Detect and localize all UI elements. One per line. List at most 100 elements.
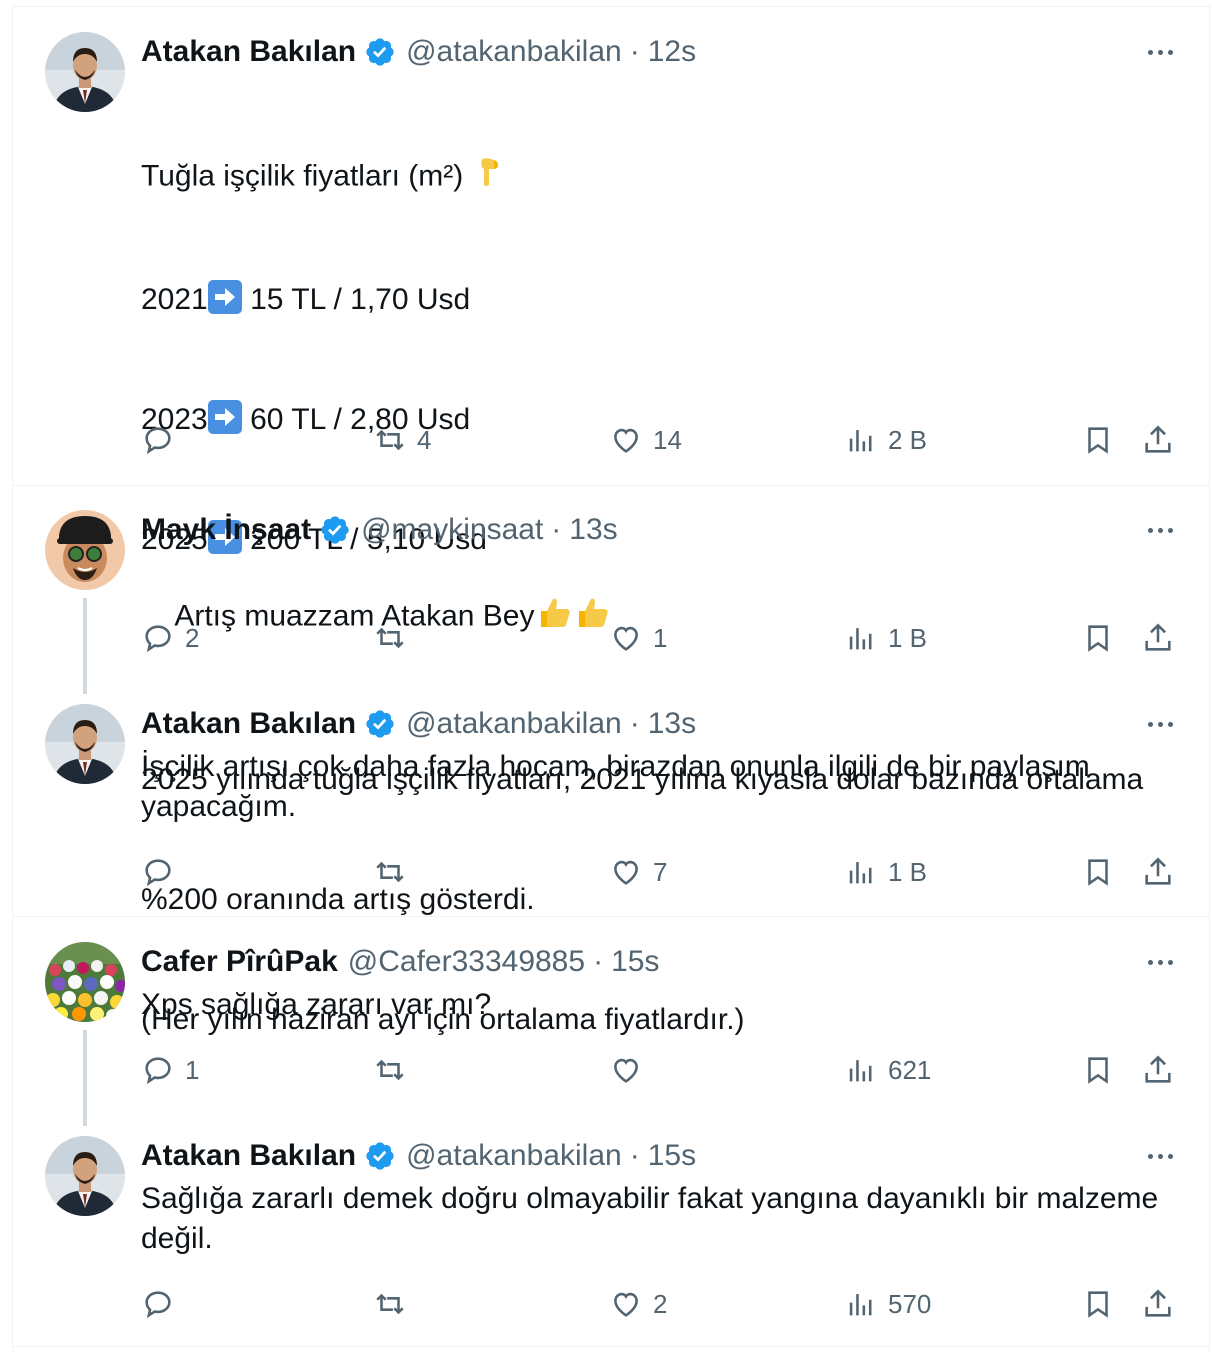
tweet-text: Xps sağlığa zararı var mı? (141, 988, 492, 1021)
right-arrow-emoji-icon (207, 280, 242, 314)
verified-badge-icon (364, 708, 396, 740)
tweet-actions: 2 570 (141, 1284, 1191, 1324)
tweet-header: Atakan Bakılan @atakanbakilan · 12s (141, 35, 697, 69)
views-button[interactable]: 621 (844, 1050, 931, 1090)
bookmark-button[interactable] (1081, 1284, 1115, 1324)
tweet-timestamp[interactable]: 15s (611, 945, 659, 979)
more-options-button[interactable] (1140, 518, 1180, 542)
author-name[interactable]: Mayk İnşaat (141, 513, 311, 547)
thread-connector (83, 1030, 87, 1126)
heart-icon (614, 1292, 638, 1317)
more-options-button[interactable] (1140, 712, 1180, 736)
share-icon (1145, 623, 1171, 651)
author-name[interactable]: Cafer PîrûPak (141, 945, 338, 979)
author-handle[interactable]: @maykinsaat (361, 513, 543, 547)
reply-button[interactable] (141, 420, 185, 460)
tweet-header: Mayk İnşaat @maykinsaat · 13s (141, 513, 618, 547)
retweet-button[interactable] (373, 1050, 417, 1090)
avatar[interactable] (45, 942, 125, 1022)
views-button[interactable]: 1 B (844, 852, 927, 892)
share-button[interactable] (1141, 1284, 1175, 1324)
share-button[interactable] (1141, 1050, 1175, 1090)
retweet-icon (376, 1293, 404, 1315)
avatar-atakan-image (45, 704, 125, 784)
reply-icon (145, 859, 171, 887)
verified-badge-icon (319, 514, 351, 546)
retweet-button[interactable]: 4 (373, 420, 431, 460)
share-button[interactable] (1141, 420, 1175, 460)
share-icon (1145, 1055, 1171, 1083)
author-handle[interactable]: @atakanbakilan (406, 707, 622, 741)
avatar[interactable] (45, 32, 125, 112)
tweet-timestamp[interactable]: 13s (569, 513, 617, 547)
reply-icon (145, 427, 171, 455)
tweet-actions: 4 14 2 B (141, 420, 1191, 460)
tweet-timestamp[interactable]: 13s (648, 707, 696, 741)
tweet-header: Atakan Bakılan @atakanbakilan · 15s (141, 1139, 697, 1173)
share-button[interactable] (1141, 852, 1175, 892)
retweet-button[interactable] (373, 852, 417, 892)
tweet-actions: 7 1 B (141, 852, 1191, 892)
avatar-flowers-image (45, 942, 125, 1022)
avatar[interactable] (45, 704, 125, 784)
bookmark-button[interactable] (1081, 852, 1115, 892)
like-button[interactable]: 7 (609, 852, 667, 892)
author-name[interactable]: Atakan Bakılan (141, 1139, 356, 1173)
more-options-button[interactable] (1140, 950, 1180, 974)
share-icon (1145, 857, 1171, 885)
avatar-atakan-image (45, 32, 125, 112)
analytics-icon (849, 1294, 872, 1316)
bookmark-icon (1088, 625, 1108, 652)
more-options-button[interactable] (1140, 40, 1180, 64)
retweet-icon (376, 1059, 404, 1081)
share-icon (1145, 425, 1171, 453)
reply-button[interactable] (141, 1284, 185, 1324)
avatar[interactable] (45, 1136, 125, 1216)
views-button[interactable]: 1 B (844, 618, 927, 658)
bookmark-icon (1088, 859, 1108, 886)
tweet-timestamp[interactable]: 12s (648, 35, 696, 69)
avatar-atakan-image (45, 1136, 125, 1216)
author-name[interactable]: Atakan Bakılan (141, 35, 356, 69)
analytics-icon (849, 430, 872, 452)
views-button[interactable]: 570 (844, 1284, 931, 1324)
analytics-icon (849, 1060, 872, 1082)
analytics-icon (849, 628, 872, 650)
reply-button[interactable]: 2 (141, 618, 199, 658)
like-button[interactable]: 1 (609, 618, 667, 658)
avatar[interactable] (45, 510, 125, 590)
retweet-icon (376, 861, 404, 883)
tweet-separator (12, 1346, 1210, 1347)
reply-button[interactable]: 1 (141, 1050, 199, 1090)
tweet-actions: 2 1 1 B (141, 618, 1191, 658)
views-button[interactable]: 2 B (844, 420, 927, 460)
author-handle[interactable]: @Cafer33349885 (348, 945, 585, 979)
bookmark-button[interactable] (1081, 420, 1115, 460)
tweet-timestamp[interactable]: 15s (648, 1139, 696, 1173)
retweet-button[interactable] (373, 1284, 417, 1324)
like-button[interactable] (609, 1050, 653, 1090)
avatar-mayk-image (45, 510, 125, 590)
analytics-icon (849, 862, 872, 884)
bookmark-button[interactable] (1081, 618, 1115, 658)
author-handle[interactable]: @atakanbakilan (406, 1139, 622, 1173)
author-handle[interactable]: @atakanbakilan (406, 35, 622, 69)
tweet-actions: 1 621 (141, 1050, 1191, 1090)
pointing-down-emoji-icon (472, 155, 506, 200)
retweet-icon (376, 429, 404, 451)
share-icon (1145, 1289, 1171, 1317)
author-name[interactable]: Atakan Bakılan (141, 707, 356, 741)
retweet-button[interactable] (373, 618, 417, 658)
bookmark-icon (1088, 1057, 1108, 1084)
share-button[interactable] (1141, 618, 1175, 658)
verified-badge-icon (364, 1140, 396, 1172)
reply-button[interactable] (141, 852, 185, 892)
like-button[interactable]: 14 (609, 420, 682, 460)
heart-icon (614, 860, 638, 885)
heart-icon (614, 428, 638, 453)
bookmark-icon (1088, 1291, 1108, 1318)
more-options-button[interactable] (1140, 1144, 1180, 1168)
bookmark-button[interactable] (1081, 1050, 1115, 1090)
like-button[interactable]: 2 (609, 1284, 667, 1324)
verified-badge-icon (364, 36, 396, 68)
